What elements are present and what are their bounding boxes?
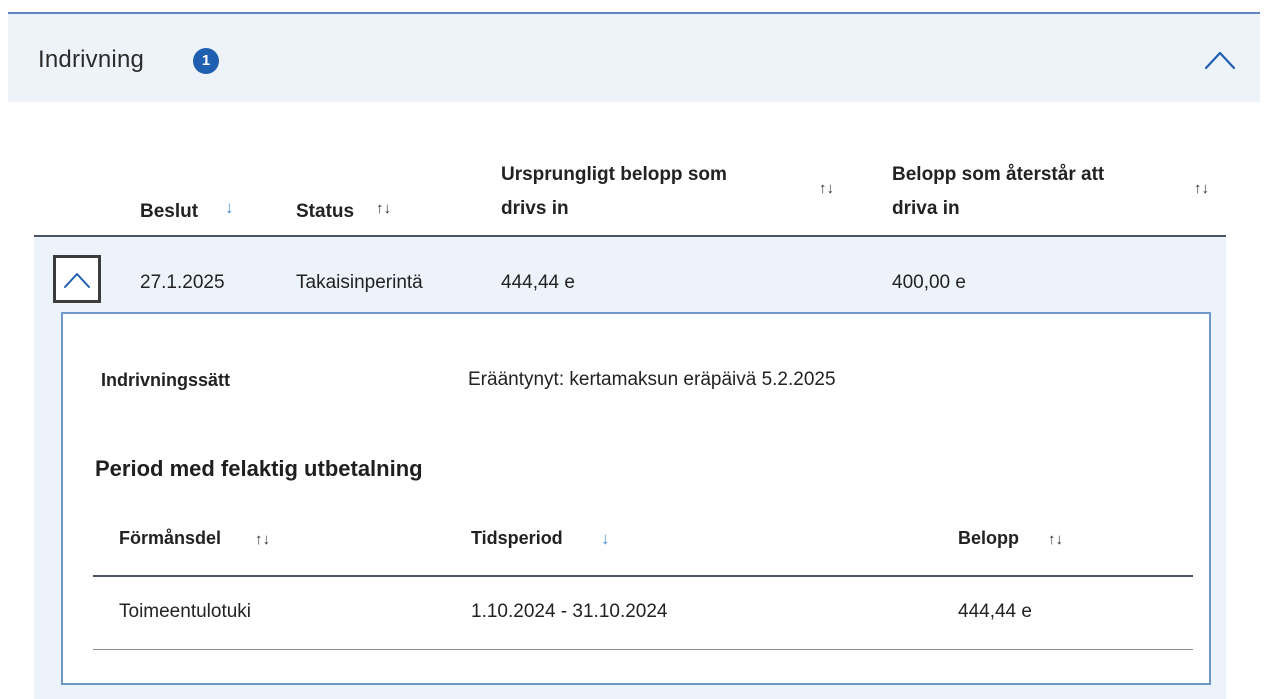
- row-collapse-button[interactable]: [53, 255, 101, 303]
- period-row-divider: [93, 649, 1193, 650]
- panel-title: Indrivning: [38, 46, 145, 73]
- column-header-period[interactable]: Tidsperiod: [471, 528, 563, 549]
- column-header-status[interactable]: Status: [296, 195, 354, 229]
- column-header-benefit[interactable]: Förmånsdel: [119, 528, 221, 549]
- sort-toggle-icon[interactable]: ↑↓: [1048, 531, 1063, 548]
- column-header-label: Status: [296, 201, 355, 222]
- cell-benefit: Toimeentulotuki: [119, 601, 252, 622]
- period-table-divider: [93, 575, 1193, 577]
- chevron-up-icon: [64, 273, 90, 288]
- sort-toggle-icon[interactable]: ↑↓: [376, 200, 391, 217]
- cell-remaining-amount: 400,00 e: [892, 272, 966, 293]
- collection-method-value: Erääntynyt: kertamaksun eräpäivä 5.2.202…: [468, 369, 836, 390]
- column-header-label: Beslut: [140, 201, 199, 222]
- column-header-label-line1: Belopp som återstår att: [892, 164, 1105, 185]
- column-header-label-line1: Ursprungligt belopp som: [501, 164, 727, 185]
- panel-header[interactable]: Indrivning 1: [8, 14, 1260, 102]
- sort-toggle-icon[interactable]: ↑↓: [1194, 180, 1209, 197]
- period-section-title: Period med felaktig utbetalning: [95, 456, 423, 481]
- chevron-up-icon: [1204, 51, 1236, 70]
- collection-method-label: Indrivningssätt: [101, 370, 231, 390]
- count-badge: 1: [193, 48, 219, 74]
- column-header-label-line2: driva in: [892, 198, 960, 219]
- cell-period: 1.10.2024 - 31.10.2024: [471, 601, 668, 622]
- cell-decision-date: 27.1.2025: [140, 272, 225, 293]
- cell-original-amount: 444,44 e: [501, 272, 575, 293]
- column-header-amount[interactable]: Belopp: [958, 528, 1019, 549]
- column-header-original-amount[interactable]: Ursprungligt belopp som drivs in: [501, 158, 727, 226]
- sort-toggle-icon[interactable]: ↑↓: [255, 531, 270, 548]
- column-header-remaining-amount[interactable]: Belopp som återstår att driva in: [892, 158, 1104, 226]
- collapse-panel-button[interactable]: [1198, 38, 1242, 82]
- sort-toggle-icon[interactable]: ↑↓: [819, 180, 834, 197]
- row-details-card: Indrivningssätt Erääntynyt: kertamaksun …: [61, 312, 1211, 685]
- cell-status: Takaisinperintä: [296, 272, 423, 293]
- column-header-beslut[interactable]: Beslut: [140, 195, 198, 229]
- column-header-label-line2: drivs in: [501, 198, 569, 219]
- sort-desc-icon[interactable]: ↓: [225, 198, 234, 218]
- cell-amount: 444,44 e: [958, 601, 1032, 622]
- sort-desc-icon[interactable]: ↓: [601, 529, 610, 549]
